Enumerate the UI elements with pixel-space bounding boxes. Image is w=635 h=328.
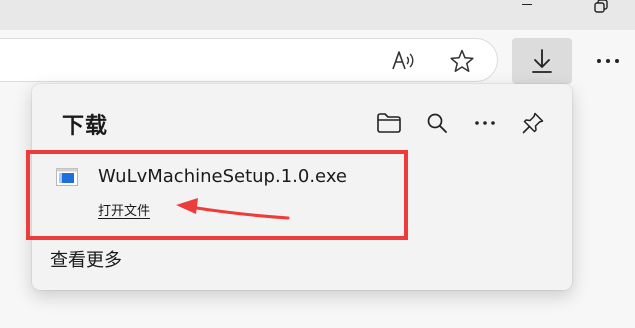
open-downloads-folder-button[interactable] bbox=[374, 108, 404, 138]
highlight-box bbox=[26, 150, 408, 240]
browser-more-button[interactable] bbox=[590, 46, 626, 76]
pin-downloads-button[interactable] bbox=[518, 108, 548, 138]
pin-icon bbox=[522, 112, 544, 134]
read-aloud-button[interactable] bbox=[390, 47, 418, 75]
restore-icon bbox=[594, 0, 608, 13]
downloads-button[interactable] bbox=[512, 38, 572, 84]
favorite-button[interactable] bbox=[448, 47, 476, 75]
search-icon bbox=[427, 113, 447, 133]
minimize-button[interactable] bbox=[504, 0, 550, 30]
folder-icon bbox=[377, 113, 401, 133]
address-bar[interactable] bbox=[0, 38, 498, 82]
restore-button[interactable] bbox=[578, 0, 624, 30]
more-icon bbox=[597, 59, 619, 63]
title-bar bbox=[0, 0, 635, 30]
read-aloud-icon bbox=[392, 51, 414, 70]
download-icon bbox=[532, 49, 552, 73]
star-icon bbox=[450, 49, 474, 72]
panel-title: 下载 bbox=[62, 114, 109, 139]
search-downloads-button[interactable] bbox=[422, 108, 452, 138]
downloads-more-options-button[interactable] bbox=[470, 108, 500, 138]
see-more-link[interactable]: 查看更多 bbox=[50, 246, 122, 272]
minimize-icon bbox=[522, 3, 532, 5]
more-icon bbox=[475, 121, 495, 125]
